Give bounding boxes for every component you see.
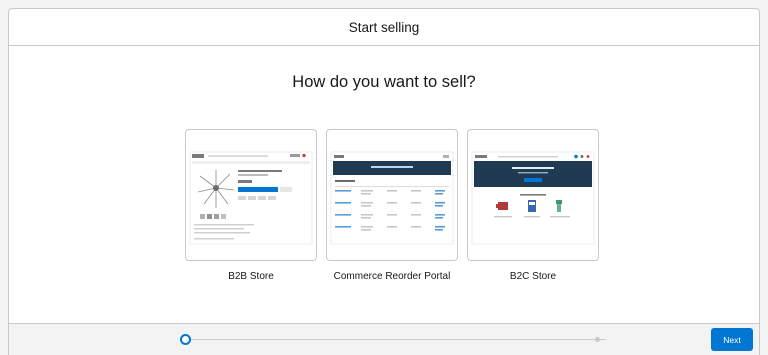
- option-label: Commerce Reorder Portal: [333, 271, 451, 282]
- b2c-store-preview-icon: [471, 151, 595, 245]
- reorder-portal-thumbnail: [326, 129, 458, 261]
- option-b2c-store[interactable]: B2C Store: [467, 129, 599, 284]
- modal-title: Start selling: [348, 19, 420, 35]
- progress-step-final[interactable]: [595, 337, 600, 342]
- page-question: How do you want to sell?: [292, 73, 476, 91]
- start-selling-modal: Start selling How do you want to sell? B…: [8, 8, 760, 355]
- b2b-store-preview-icon: [189, 151, 313, 245]
- progress-step-current[interactable]: [180, 334, 191, 345]
- b2b-store-thumbnail: [185, 129, 317, 261]
- progress-track: [187, 339, 606, 340]
- modal-footer: Next: [9, 323, 759, 355]
- reorder-portal-preview-icon: [330, 151, 454, 245]
- option-label: B2C Store: [509, 271, 557, 282]
- option-label: B2B Store: [228, 271, 274, 282]
- option-commerce-reorder-portal[interactable]: Commerce Reorder Portal: [326, 129, 458, 284]
- b2c-store-thumbnail: [467, 129, 599, 261]
- next-button[interactable]: Next: [711, 328, 753, 351]
- option-b2b-store[interactable]: B2B Store: [185, 129, 317, 284]
- modal-header: Start selling: [9, 9, 759, 46]
- store-type-options: B2B Store Commerce Reorder Portal B2C St…: [9, 129, 759, 309]
